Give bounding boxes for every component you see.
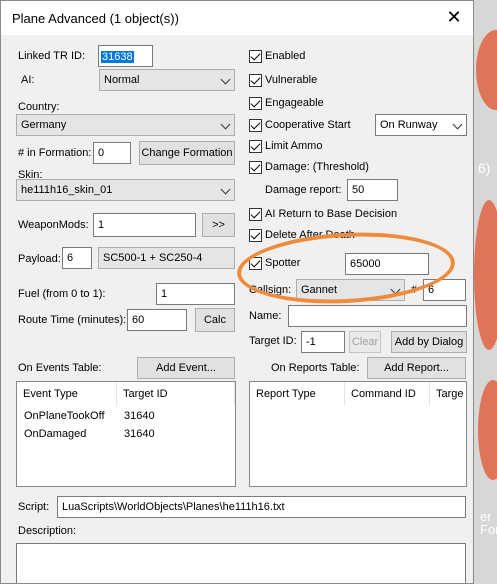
add-report-button[interactable]: Add Report...	[367, 357, 466, 379]
limit-ammo-label: Limit Ammo	[265, 140, 323, 152]
country-value: Germany	[21, 119, 67, 131]
target-id-cell: 31640	[124, 410, 155, 422]
fuel-input[interactable]: 1	[156, 283, 235, 305]
delete-after-death-checkbox[interactable]	[249, 229, 262, 242]
enabled-checkbox[interactable]	[249, 50, 262, 63]
chevron-down-icon	[220, 74, 231, 85]
background-map-blob	[474, 200, 497, 350]
description-textarea[interactable]	[16, 543, 466, 583]
route-time-label: Route Time (minutes):	[18, 314, 127, 326]
name-input[interactable]	[288, 305, 467, 327]
chevron-down-icon	[452, 119, 463, 130]
limit-ammo-checkbox[interactable]	[249, 140, 262, 153]
payload-input[interactable]: 6	[62, 247, 92, 269]
event-type-cell: OnPlaneTookOff	[24, 410, 105, 422]
spotter-label: Spotter	[265, 257, 301, 269]
enabled-label: Enabled	[265, 50, 306, 62]
cooperative-start-select[interactable]: On Runway	[375, 114, 467, 136]
target-id-input[interactable]: -1	[301, 331, 345, 353]
table-row[interactable]: OnDamaged	[24, 428, 86, 440]
damage-report-label: Damage report:	[265, 184, 342, 196]
formation-label: # in Formation:	[18, 147, 92, 159]
script-input[interactable]: LuaScripts\WorldObjects\Planes\he111h16.…	[57, 496, 466, 518]
chevron-down-icon	[220, 119, 231, 130]
add-event-button[interactable]: Add Event...	[137, 357, 235, 379]
callsign-label: Callsign:	[249, 284, 292, 296]
callsign-number-input[interactable]: 6	[423, 279, 466, 301]
ai-select[interactable]: Normal	[99, 69, 235, 91]
chevron-down-icon	[390, 284, 401, 295]
skin-select[interactable]: he111h16_skin_01	[16, 179, 235, 201]
reports-col-target[interactable]: Targe	[430, 382, 466, 406]
table-row[interactable]: OnPlaneTookOff	[24, 410, 105, 422]
country-select[interactable]: Germany	[16, 114, 235, 136]
background-text: er For	[480, 509, 497, 537]
ai-label: AI:	[21, 74, 35, 86]
ai-return-label: AI Return to Base Decision	[265, 208, 398, 220]
cooperative-start-value: On Runway	[380, 119, 438, 131]
reports-table[interactable]: Report Type Command ID Targe	[249, 381, 467, 487]
callsign-value: Gannet	[301, 284, 338, 296]
close-icon[interactable]: ✕	[437, 2, 471, 33]
route-time-input[interactable]: 60	[127, 309, 187, 331]
ai-return-checkbox[interactable]	[249, 208, 262, 221]
clear-button[interactable]: Clear	[349, 331, 381, 353]
skin-value: he111h16_skin_01	[21, 184, 113, 196]
description-label: Description:	[18, 525, 77, 537]
payload-description: SC500-1 + SC250-4	[103, 252, 203, 264]
events-table-label: On Events Table:	[18, 362, 102, 374]
spotter-checkbox[interactable]	[249, 257, 262, 270]
cooperative-start-checkbox[interactable]	[249, 119, 262, 132]
hash-label: #	[411, 284, 418, 296]
damage-report-input[interactable]: 50	[347, 179, 398, 201]
plane-advanced-dialog: Plane Advanced (1 object(s)) ✕ Linked TR…	[0, 0, 474, 584]
callsign-select[interactable]: Gannet	[296, 279, 405, 301]
linked-tr-id-value: 31638	[101, 51, 134, 63]
change-formation-button[interactable]: Change Formation	[139, 141, 235, 165]
weaponmods-label: WeaponMods:	[18, 219, 89, 231]
linked-tr-id-input[interactable]: 31638	[98, 45, 153, 67]
reports-table-label: On Reports Table:	[271, 362, 360, 374]
reports-col-report-type[interactable]: Report Type	[250, 382, 345, 406]
weaponmods-input[interactable]: 1	[93, 213, 196, 237]
payload-label: Payload:	[18, 253, 61, 265]
background-map-blob	[476, 30, 497, 110]
damage-threshold-checkbox[interactable]	[249, 161, 262, 174]
cooperative-start-label: Cooperative Start	[265, 119, 351, 131]
linked-tr-id-label: Linked TR ID:	[18, 50, 86, 62]
delete-after-death-label: Delete After Death	[265, 229, 355, 241]
engageable-label: Engageable	[265, 97, 324, 109]
window-title: Plane Advanced (1 object(s))	[12, 11, 179, 26]
damage-threshold-label: Damage: (Threshold)	[265, 161, 369, 173]
title-bar: Plane Advanced (1 object(s)) ✕	[1, 1, 473, 35]
fuel-label: Fuel (from 0 to 1):	[18, 288, 106, 300]
calc-button[interactable]: Calc	[195, 308, 235, 332]
background-text: 6)	[478, 160, 491, 176]
spotter-input[interactable]: 65000	[345, 253, 429, 275]
name-label: Name:	[249, 310, 282, 322]
event-type-cell: OnDamaged	[24, 428, 87, 440]
background-app	[474, 0, 497, 584]
ai-value: Normal	[104, 74, 140, 86]
background-map-blob	[478, 380, 497, 480]
payload-select[interactable]: SC500-1 + SC250-4	[98, 247, 235, 269]
formation-input[interactable]: 0	[93, 142, 131, 164]
events-col-event-type[interactable]: Event Type	[17, 382, 117, 406]
weaponmods-button[interactable]: >>	[202, 213, 235, 237]
add-by-dialog-button[interactable]: Add by Dialog	[391, 331, 467, 353]
reports-col-command-id[interactable]: Command ID	[345, 382, 430, 406]
events-table[interactable]: Event Type Target ID OnPlaneTookOff 3164…	[16, 381, 236, 487]
engageable-checkbox[interactable]	[249, 97, 262, 110]
vulnerable-label: Vulnerable	[265, 74, 318, 86]
target-id-label: Target ID:	[249, 335, 297, 347]
target-id-cell: 31640	[124, 428, 155, 440]
chevron-down-icon	[220, 184, 231, 195]
events-col-target-id[interactable]: Target ID	[117, 382, 235, 406]
country-label: Country:	[18, 101, 60, 113]
vulnerable-checkbox[interactable]	[249, 74, 262, 87]
script-label: Script:	[18, 501, 50, 513]
